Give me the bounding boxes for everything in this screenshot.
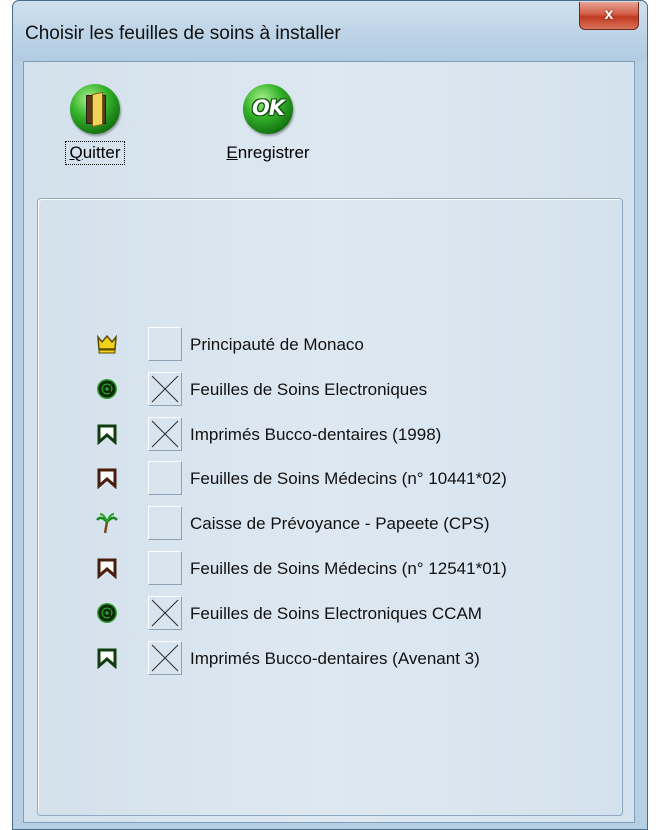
- check-cross-icon: [151, 644, 179, 672]
- list-item[interactable]: Feuilles de Soins Electroniques CCAM: [38, 596, 618, 632]
- client-area: Quitter OK Enregistrer Principauté de Mo…: [23, 61, 635, 823]
- check-cross-icon: [151, 420, 179, 448]
- list-item[interactable]: Principauté de Monaco: [38, 327, 618, 363]
- item-checkbox[interactable]: [148, 327, 182, 361]
- item-checkbox[interactable]: [148, 551, 182, 585]
- palm-tree-icon: [96, 512, 118, 534]
- list-item[interactable]: Feuilles de Soins Médecins (n° 10441*02): [38, 461, 618, 497]
- close-button[interactable]: x: [579, 2, 639, 30]
- ribbon-icon: [96, 557, 118, 580]
- item-checkbox[interactable]: [148, 461, 182, 495]
- list-item[interactable]: Feuilles de Soins Médecins (n° 12541*01): [38, 551, 618, 587]
- item-checkbox[interactable]: [148, 417, 182, 451]
- door-icon: [70, 84, 120, 134]
- item-label: Feuilles de Soins Electroniques CCAM: [190, 604, 482, 623]
- check-cross-icon: [151, 599, 179, 627]
- check-cross-icon: [151, 375, 179, 403]
- close-icon: x: [604, 6, 614, 23]
- dialog-window: Choisir les feuilles de soins à installe…: [12, 0, 648, 830]
- item-checkbox[interactable]: [148, 372, 182, 406]
- item-label: Feuilles de Soins Médecins (n° 12541*01): [190, 559, 507, 578]
- item-checkbox[interactable]: [148, 641, 182, 675]
- item-label: Feuilles de Soins Electroniques: [190, 380, 428, 399]
- ok-icon: OK: [243, 84, 293, 134]
- tooth-icon: [96, 647, 118, 670]
- item-label: Imprimés Bucco-dentaires (Avenant 3): [190, 649, 480, 668]
- crown-icon: [96, 333, 118, 355]
- list-item[interactable]: Feuilles de Soins Electroniques: [38, 372, 618, 408]
- item-label: Principauté de Monaco: [190, 335, 364, 354]
- list-item[interactable]: Imprimés Bucco-dentaires (Avenant 3): [38, 641, 618, 677]
- tooth-icon: [96, 423, 118, 446]
- save-button-label: Enregistrer: [226, 143, 310, 162]
- title-bar[interactable]: Choisir les feuilles de soins à installe…: [13, 1, 647, 61]
- item-label: Imprimés Bucco-dentaires (1998): [190, 425, 442, 444]
- at-sign-icon: [96, 378, 118, 400]
- save-button[interactable]: OK Enregistrer: [213, 84, 323, 164]
- item-checkbox[interactable]: [148, 596, 182, 630]
- quit-button[interactable]: Quitter: [40, 84, 150, 165]
- form-sheet-list: Principauté de Monaco Feuilles de Soins E…: [37, 198, 623, 816]
- list-item[interactable]: Imprimés Bucco-dentaires (1998): [38, 417, 618, 453]
- item-label: Caisse de Prévoyance - Papeete (CPS): [190, 514, 490, 533]
- list-item[interactable]: Caisse de Prévoyance - Papeete (CPS): [38, 506, 618, 542]
- window-title: Choisir les feuilles de soins à installe…: [25, 23, 341, 44]
- at-sign-icon: [96, 602, 118, 624]
- item-checkbox[interactable]: [148, 506, 182, 540]
- item-label: Feuilles de Soins Médecins (n° 10441*02): [190, 469, 507, 488]
- ribbon-icon: [96, 467, 118, 490]
- quit-button-label: Quitter: [65, 141, 125, 165]
